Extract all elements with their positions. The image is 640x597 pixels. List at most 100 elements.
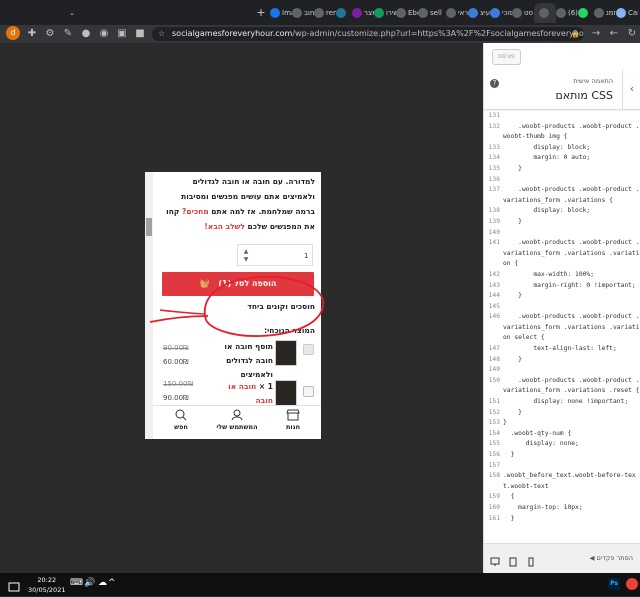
reload-icon[interactable]: ↻ (626, 28, 638, 40)
new-tab-button[interactable]: + (254, 3, 268, 23)
site-preview-frame[interactable]: למדורה. עם חובה או חובה לגדולים ולאמיצים… (145, 172, 321, 439)
item-checkbox[interactable] (303, 386, 314, 397)
preview-scrollbar[interactable] (145, 172, 153, 439)
tab-search-icon[interactable]: ⌄ (64, 3, 80, 23)
notification-center-icon[interactable] (8, 578, 20, 592)
line-text: } (503, 292, 522, 300)
code-line[interactable]: 161 } (484, 514, 640, 525)
volume-icon[interactable]: 🔊 (84, 578, 96, 590)
code-line[interactable]: 156 } (484, 450, 640, 461)
pen-extension-icon[interactable]: ✎ (62, 28, 74, 40)
code-line[interactable]: 153} (484, 418, 640, 429)
browser-tab[interactable]: חוב (292, 3, 314, 23)
code-line[interactable]: 136 (484, 175, 640, 186)
browser-tab[interactable]: rem (314, 3, 336, 23)
code-line[interactable]: 133 display: block; (484, 143, 640, 154)
code-line[interactable]: 138 display: block; (484, 206, 640, 217)
extension-icon[interactable]: ⚙ (44, 28, 56, 40)
address-bar[interactable]: ☆ socialgamesforeveryhour.com/wp-admin/c… (152, 27, 584, 41)
item-old-price: 150.00₪ (163, 380, 193, 388)
line-number: 159 (488, 493, 500, 501)
browser-tab[interactable]: עיצ (468, 3, 490, 23)
code-line[interactable]: 157 (484, 461, 640, 472)
forward-arrow-icon[interactable]: → (590, 28, 602, 40)
tablet-device-icon[interactable] (508, 552, 518, 567)
code-line[interactable]: 144 } (484, 291, 640, 302)
code-line[interactable]: 148 } (484, 355, 640, 366)
circle-extension-icon[interactable]: ● (80, 28, 92, 40)
code-line[interactable]: 141 .woobt-products .woobt-product .vari… (484, 238, 640, 270)
code-line[interactable]: 151 display: none !important; (484, 397, 640, 408)
browser-tab[interactable]: פוכי (490, 3, 512, 23)
section-header: › התאמה אישית CSS מותאם ? (484, 69, 640, 110)
photoshop-icon[interactable]: Ps (608, 578, 620, 590)
code-line[interactable]: 160 margin-top: 10px; (484, 503, 640, 514)
item-name[interactable]: 1 × חובה או חובה (211, 380, 273, 408)
help-icon[interactable]: ? (490, 79, 499, 88)
back-chevron-icon[interactable]: › (622, 69, 640, 109)
browser-tab[interactable] (336, 3, 352, 23)
browser-tab[interactable]: סט (512, 3, 534, 23)
browser-tab[interactable]: Car (616, 3, 638, 23)
lock-icon[interactable]: 🔒 (571, 27, 580, 41)
taskbar-clock[interactable]: 20:22 30/05/2021 (28, 575, 65, 595)
square-extension-icon[interactable]: ▣ (116, 28, 128, 40)
puzzle-extension-icon[interactable]: ✚ (26, 28, 38, 40)
collapse-controls[interactable]: הסתר פקדים ◀ (589, 554, 633, 562)
code-line[interactable]: 150 .woobt-products .woobt-product .vari… (484, 376, 640, 397)
language-icon[interactable]: ⌨ (70, 578, 83, 590)
code-line[interactable]: 152 } (484, 408, 640, 419)
nav-account[interactable]: המשתמש שלי (209, 406, 265, 439)
code-line[interactable]: 131 (484, 111, 640, 122)
scrollbar-thumb[interactable] (146, 218, 152, 236)
publish-button[interactable]: פורסם (492, 49, 521, 65)
mobile-device-icon[interactable] (526, 552, 536, 567)
chrome-icon[interactable] (626, 578, 638, 590)
quantity-stepper[interactable]: 1 ▲ ▼ (237, 244, 313, 266)
browser-tab[interactable]: Ima (270, 3, 292, 23)
tab-favicon-icon (512, 8, 522, 18)
item-name[interactable]: תוסף חובה או חובה לגדולים ולאמיצים (211, 340, 273, 382)
back-arrow-icon[interactable]: ← (608, 28, 620, 40)
tray-arrow-icon[interactable]: ^ (108, 578, 120, 590)
code-line[interactable]: 147 text-align-last: left; (484, 344, 640, 355)
blue-extension-icon[interactable]: ■ (134, 28, 146, 40)
profile-avatar-icon[interactable]: d (6, 26, 20, 40)
browser-tab[interactable]: sell (418, 3, 446, 23)
code-line[interactable]: 132 .woobt-products .woobt-product .woob… (484, 122, 640, 143)
code-line[interactable]: 155 display: none; (484, 439, 640, 450)
stepper-arrows-icon[interactable]: ▲ ▼ (242, 248, 250, 264)
nav-shop[interactable]: חנות (265, 406, 321, 439)
code-line[interactable]: 137 .woobt-products .woobt-product .vari… (484, 185, 640, 206)
add-to-cart-button[interactable]: הוספה לסל (1) 🧺 (162, 272, 314, 296)
item-new-price: 90.00₪ (163, 394, 189, 402)
browser-tab[interactable]: Ebo (396, 3, 418, 23)
code-line[interactable]: 145 (484, 302, 640, 313)
code-line[interactable]: 140 (484, 228, 640, 239)
browser-tab[interactable]: שירו (374, 3, 396, 23)
tab-label: (6) (568, 9, 578, 17)
code-line[interactable]: 134 margin: 0 auto; (484, 153, 640, 164)
browser-tab[interactable] (534, 3, 556, 23)
code-line[interactable]: 135 } (484, 164, 640, 175)
code-line[interactable]: 149 (484, 365, 640, 376)
code-line[interactable]: 142 max-width: 100%; (484, 270, 640, 281)
code-line[interactable]: 158 .woobt_before_text.woobt-before-text.… (484, 471, 640, 492)
browser-tab[interactable]: הזמנ (594, 3, 616, 23)
code-line[interactable]: 146 .woobt-products .woobt-product .vari… (484, 312, 640, 344)
nav-search[interactable]: חפש (153, 406, 209, 439)
quantity-value[interactable]: 1 (304, 245, 314, 267)
browser-tab[interactable]: (6) (556, 3, 578, 23)
code-line[interactable]: 159 { (484, 492, 640, 503)
browser-tab[interactable]: מצר (352, 3, 374, 23)
code-line[interactable]: 143 margin-right: 0 !important; (484, 281, 640, 292)
description-link[interactable]: לשלב הבא! (204, 222, 245, 231)
star-bookmark-icon[interactable]: ☆ (158, 27, 165, 41)
code-line[interactable]: 139 } (484, 217, 640, 228)
code-line[interactable]: 154 .woobt-qty-num { (484, 429, 640, 440)
desktop-device-icon[interactable] (490, 552, 500, 566)
browser-tab[interactable]: הוראי (446, 3, 468, 23)
browser-tab[interactable] (578, 3, 594, 23)
css-code-editor[interactable]: 131 132 .woobt-products .woobt-product .w… (484, 111, 640, 543)
globe-extension-icon[interactable]: ◉ (98, 28, 110, 40)
